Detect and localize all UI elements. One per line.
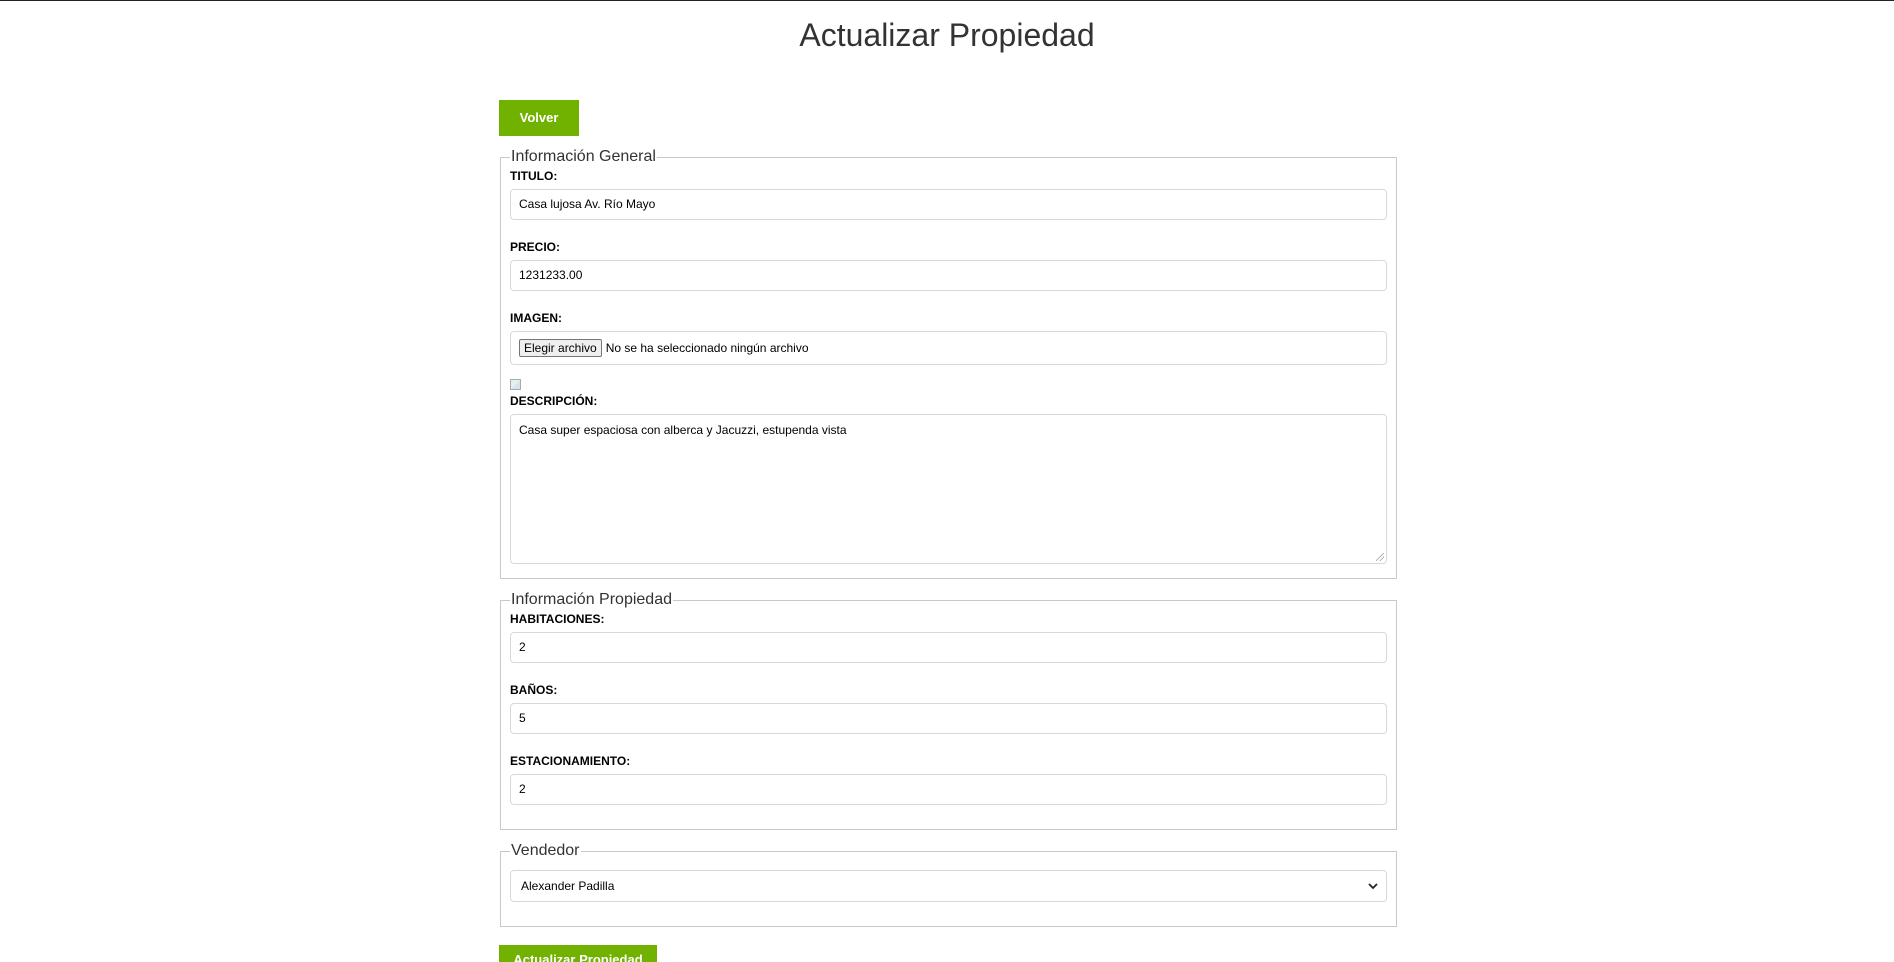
- back-button[interactable]: Volver: [499, 100, 579, 136]
- description-label: DESCRIPCIÓN:: [510, 394, 598, 408]
- seller-selected-value: Alexander Padilla: [521, 879, 615, 893]
- general-info-legend: Información General: [511, 148, 656, 165]
- rooms-input[interactable]: 2: [510, 632, 1387, 663]
- image-label: IMAGEN:: [510, 311, 562, 325]
- chevron-down-icon: [1368, 879, 1378, 893]
- broken-image-icon: [510, 379, 521, 390]
- page: Actualizar Propiedad Volver Información …: [0, 0, 1894, 962]
- baths-input[interactable]: 5: [510, 703, 1387, 734]
- property-form: Volver Información General TITULO: Casa …: [499, 100, 1397, 962]
- title-input[interactable]: Casa lujosa Av. Río Mayo: [510, 189, 1387, 220]
- image-file-input[interactable]: Elegir archivo No se ha seleccionado nin…: [510, 331, 1387, 365]
- seller-fieldset: Vendedor Alexander Padilla: [500, 842, 1397, 927]
- property-info-legend: Información Propiedad: [511, 591, 672, 608]
- baths-label: BAÑOS:: [510, 683, 558, 697]
- page-title: Actualizar Propiedad: [799, 17, 1095, 53]
- update-property-button[interactable]: Actualizar Propiedad: [499, 945, 657, 962]
- seller-legend: Vendedor: [511, 842, 580, 859]
- parking-label: ESTACIONAMIENTO:: [510, 754, 631, 768]
- resize-grip-icon[interactable]: [1376, 553, 1384, 561]
- parking-input[interactable]: 2: [510, 774, 1387, 805]
- general-info-fieldset: Información General TITULO: Casa lujosa …: [500, 148, 1397, 579]
- description-text: Casa super espaciosa con alberca y Jacuz…: [519, 423, 847, 437]
- property-info-fieldset: Información Propiedad HABITACIONES: 2 BA…: [500, 591, 1397, 830]
- price-input[interactable]: 1231233.00: [510, 260, 1387, 291]
- title-label: TITULO:: [510, 169, 558, 183]
- file-status-text: No se ha seleccionado ningún archivo: [605, 341, 809, 355]
- seller-select[interactable]: Alexander Padilla: [510, 870, 1387, 902]
- choose-file-button[interactable]: Elegir archivo: [519, 339, 602, 357]
- description-textarea[interactable]: Casa super espaciosa con alberca y Jacuz…: [510, 414, 1387, 564]
- rooms-label: HABITACIONES:: [510, 612, 605, 626]
- price-label: PRECIO:: [510, 240, 561, 254]
